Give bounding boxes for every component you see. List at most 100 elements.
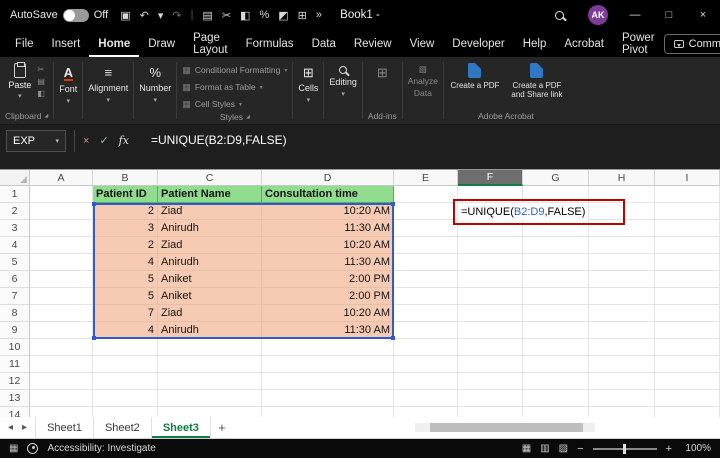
cell-B13[interactable] xyxy=(93,390,158,407)
cell-E13[interactable] xyxy=(394,390,458,407)
ribbon-tab-formulas[interactable]: Formulas xyxy=(237,30,303,57)
zoom-level[interactable]: 100% xyxy=(681,443,711,454)
active-cell-formula[interactable]: =UNIQUE(B2:D9,FALSE) xyxy=(459,203,587,220)
cut-icon[interactable]: ✂ xyxy=(222,9,231,22)
cell-B14[interactable] xyxy=(93,407,158,417)
cell-E11[interactable] xyxy=(394,356,458,373)
cell-E12[interactable] xyxy=(394,373,458,390)
save-icon[interactable]: ▣ xyxy=(120,9,130,22)
cell-G5[interactable] xyxy=(523,254,589,271)
cell-E2[interactable] xyxy=(394,203,458,220)
next-sheet-icon[interactable]: ▸ xyxy=(22,422,27,433)
cell-G3[interactable] xyxy=(523,220,589,237)
cell-E3[interactable] xyxy=(394,220,458,237)
cell-A13[interactable] xyxy=(30,390,93,407)
cell-F13[interactable] xyxy=(458,390,523,407)
sheet-tab-sheet2[interactable]: Sheet2 xyxy=(94,417,152,438)
create-pdf-button[interactable]: Create a PDF xyxy=(449,63,501,99)
cell-G1[interactable] xyxy=(523,186,589,203)
cell-F1[interactable] xyxy=(458,186,523,203)
cell-H3[interactable] xyxy=(589,220,655,237)
ribbon-tab-insert[interactable]: Insert xyxy=(43,30,90,57)
zoom-in-button[interactable]: + xyxy=(666,443,672,455)
cell-C10[interactable] xyxy=(158,339,262,356)
cell-H11[interactable] xyxy=(589,356,655,373)
ribbon-tab-review[interactable]: Review xyxy=(345,30,401,57)
cell-F10[interactable] xyxy=(458,339,523,356)
cell-F7[interactable] xyxy=(458,288,523,305)
redo-icon[interactable]: ↷ xyxy=(172,9,181,22)
font-menu-button[interactable]: A Font ▾ xyxy=(59,66,77,105)
ribbon-tab-draw[interactable]: Draw xyxy=(139,30,184,57)
normal-view-icon[interactable]: ▦ xyxy=(522,443,531,454)
cell-B6[interactable]: 5 xyxy=(93,271,158,288)
cell-I11[interactable] xyxy=(655,356,720,373)
autosave-toggle[interactable]: AutoSave Off xyxy=(0,9,116,22)
cell-F14[interactable] xyxy=(458,407,523,417)
cell-A1[interactable] xyxy=(30,186,93,203)
cell-F6[interactable] xyxy=(458,271,523,288)
row-header-1[interactable]: 1 xyxy=(0,186,30,203)
cell-I6[interactable] xyxy=(655,271,720,288)
cell-D5[interactable]: 11:30 AM xyxy=(262,254,394,271)
cell-A8[interactable] xyxy=(30,305,93,322)
cell-G13[interactable] xyxy=(523,390,589,407)
minimize-button[interactable]: — xyxy=(618,0,652,30)
cell-A4[interactable] xyxy=(30,237,93,254)
row-header-11[interactable]: 11 xyxy=(0,356,30,373)
row-header-6[interactable]: 6 xyxy=(0,271,30,288)
ribbon-tab-page-layout[interactable]: Page Layout xyxy=(184,30,237,57)
number-menu-button[interactable]: % Number ▾ xyxy=(139,66,171,104)
clipboard-dialog-launcher-icon[interactable]: ◢ xyxy=(44,113,48,119)
cell-E10[interactable] xyxy=(394,339,458,356)
row-header-4[interactable]: 4 xyxy=(0,237,30,254)
cell-C5[interactable]: Anirudh xyxy=(158,254,262,271)
cell-A11[interactable] xyxy=(30,356,93,373)
cell-I7[interactable] xyxy=(655,288,720,305)
cell-G11[interactable] xyxy=(523,356,589,373)
comments-button[interactable]: Comments xyxy=(664,34,720,54)
cell-G7[interactable] xyxy=(523,288,589,305)
cell-I13[interactable] xyxy=(655,390,720,407)
cell-B7[interactable]: 5 xyxy=(93,288,158,305)
cell-G8[interactable] xyxy=(523,305,589,322)
row-header-13[interactable]: 13 xyxy=(0,390,30,407)
prev-sheet-icon[interactable]: ◂ xyxy=(8,422,13,433)
zoom-slider[interactable] xyxy=(593,448,657,450)
cell-I5[interactable] xyxy=(655,254,720,271)
cell-C2[interactable]: Ziad xyxy=(158,203,262,220)
cell-A7[interactable] xyxy=(30,288,93,305)
row-header-8[interactable]: 8 xyxy=(0,305,30,322)
maximize-button[interactable]: □ xyxy=(652,0,686,30)
cell-I1[interactable] xyxy=(655,186,720,203)
create-pdf-share-button[interactable]: Create a PDF and Share link xyxy=(511,63,563,99)
sheet-tab-sheet1[interactable]: Sheet1 xyxy=(35,417,94,438)
cell-D7[interactable]: 2:00 PM xyxy=(262,288,394,305)
cell-B4[interactable]: 2 xyxy=(93,237,158,254)
cell-D11[interactable] xyxy=(262,356,394,373)
cell-C3[interactable]: Anirudh xyxy=(158,220,262,237)
cell-H1[interactable] xyxy=(589,186,655,203)
cell-G9[interactable] xyxy=(523,322,589,339)
cell-D2[interactable]: 10:20 AM xyxy=(262,203,394,220)
cell-I8[interactable] xyxy=(655,305,720,322)
calculator-icon[interactable]: ⊞ xyxy=(298,9,307,22)
cell-D8[interactable]: 10:20 AM xyxy=(262,305,394,322)
sheet-tab-sheet3[interactable]: Sheet3 xyxy=(152,417,211,438)
cell-H8[interactable] xyxy=(589,305,655,322)
cell-H5[interactable] xyxy=(589,254,655,271)
cell-B8[interactable]: 7 xyxy=(93,305,158,322)
alignment-menu-button[interactable]: ≡ Alignment ▾ xyxy=(88,66,128,104)
analyze-data-button[interactable]: ▧ Analyze Data xyxy=(408,65,438,98)
formula-input[interactable]: =UNIQUE(B2:D9,FALSE) xyxy=(151,133,287,147)
cell-A14[interactable] xyxy=(30,407,93,417)
row-header-3[interactable]: 3 xyxy=(0,220,30,237)
cell-E14[interactable] xyxy=(394,407,458,417)
row-header-9[interactable]: 9 xyxy=(0,322,30,339)
cell-H6[interactable] xyxy=(589,271,655,288)
close-button[interactable]: × xyxy=(686,0,720,30)
cell-C11[interactable] xyxy=(158,356,262,373)
ribbon-tab-help[interactable]: Help xyxy=(514,30,556,57)
autosave-switch[interactable] xyxy=(63,9,89,22)
undo-icon[interactable]: ↶ xyxy=(140,9,149,22)
